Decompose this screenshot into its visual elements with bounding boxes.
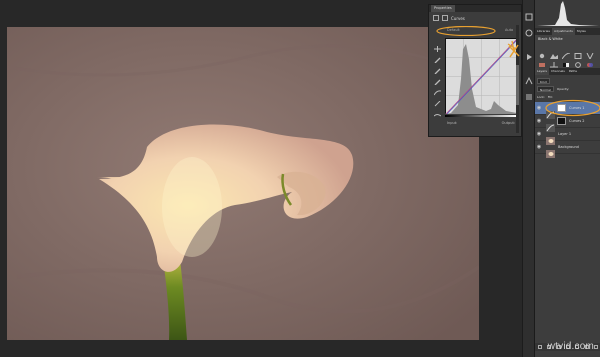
input-label: Input: [447, 121, 458, 125]
black-point-eyedropper-icon[interactable] [434, 48, 441, 64]
watermark: wtvid.com [547, 341, 594, 352]
annotation-x-mark [508, 44, 520, 58]
adjustments-title: Black & White [538, 37, 563, 41]
tab-layers[interactable]: Layers [535, 68, 549, 75]
scroll-thumb[interactable] [516, 65, 519, 105]
curves-graph[interactable] [445, 38, 519, 115]
properties-scrollbar[interactable] [516, 25, 519, 133]
properties-header: Curves [429, 12, 521, 24]
blend-mode-dropdown[interactable]: Normal [537, 86, 554, 92]
tab-paths[interactable]: Paths [567, 68, 579, 75]
properties-header-label: Curves [451, 15, 465, 21]
hue-saturation-icon[interactable] [538, 53, 546, 67]
dock-icon-strip [522, 0, 534, 357]
layer-row-layer-1[interactable]: ◉ Layer 1 [535, 128, 600, 145]
layer-mask-thumb[interactable] [557, 117, 566, 125]
image-layer-thumb [546, 143, 555, 158]
black-white-icon[interactable] [562, 53, 570, 67]
layer-name[interactable]: Layer 1 [558, 132, 571, 136]
channel-mixer-icon[interactable] [586, 53, 594, 67]
adjustments-panel: Black & White [535, 35, 600, 68]
blend-row: Normal Opacity: [537, 86, 599, 92]
tab-channels[interactable]: Channels [549, 68, 567, 75]
opacity-label: Opacity: [556, 87, 570, 91]
adjustments-tabs: Libraries Adjustments Styles [535, 28, 600, 35]
adjustment-icons-grid [538, 44, 596, 68]
curves-tools [433, 37, 442, 117]
white-point-eyedropper-icon[interactable] [434, 70, 441, 86]
curves-layer-thumb [546, 117, 555, 132]
paragraph-icon[interactable] [525, 86, 533, 100]
visibility-eye-icon[interactable]: ◉ [535, 118, 543, 124]
character-icon[interactable] [525, 70, 533, 85]
histogram-panel [535, 0, 600, 28]
levels-icon[interactable] [550, 44, 558, 59]
play-action-icon[interactable] [525, 46, 533, 60]
layer-name[interactable]: Curves 2 [569, 119, 585, 123]
preset-dropdown[interactable]: Default [447, 28, 460, 32]
exposure-icon[interactable] [574, 44, 582, 59]
link-layers-icon[interactable] [537, 345, 542, 349]
tab-adjustments[interactable]: Adjustments [551, 28, 575, 35]
layer-filter-row: Kind [537, 78, 599, 84]
gray-point-eyedropper-icon[interactable] [434, 59, 441, 75]
smooth-icon[interactable] [433, 103, 442, 117]
curve-point-icon[interactable] [433, 81, 442, 96]
kind-filter-dropdown[interactable]: Kind [537, 78, 550, 84]
visibility-eye-icon[interactable]: ◉ [535, 131, 543, 137]
calla-lily-photo[interactable] [7, 27, 479, 340]
history-icon[interactable] [525, 6, 533, 21]
layer-row-background[interactable]: ◉ Background [535, 141, 600, 158]
output-label: Output: [501, 121, 515, 125]
layers-tabs: Layers Channels Paths [535, 68, 600, 75]
vibrance-icon[interactable] [586, 44, 594, 61]
target-adjust-icon[interactable] [434, 37, 441, 52]
photo-filter-icon[interactable] [574, 53, 582, 68]
curves-adjustment-icon [433, 15, 439, 21]
delete-layer-icon[interactable] [594, 345, 599, 349]
visibility-eye-icon[interactable]: ◉ [535, 144, 543, 150]
mask-icon[interactable] [442, 15, 448, 21]
auto-button[interactable]: Auto [505, 28, 513, 32]
properties-panel[interactable]: Properties Curves Default Auto Input: Ou… [428, 4, 522, 137]
pencil-icon[interactable] [434, 92, 441, 107]
tab-libraries[interactable]: Libraries [535, 28, 552, 35]
input-gradient-slider[interactable] [445, 115, 516, 117]
curves-icon[interactable] [561, 44, 571, 60]
tab-styles[interactable]: Styles [575, 28, 588, 35]
input-output-row: Input: Output: [447, 121, 515, 125]
info-icon[interactable] [525, 22, 533, 37]
preset-row: Default Auto [433, 26, 519, 36]
properties-tab[interactable]: Properties [431, 5, 455, 12]
annotation-ellipse [545, 99, 600, 117]
layer-name[interactable]: Background [558, 145, 579, 149]
properties-titlebar[interactable]: Properties [429, 5, 521, 12]
brightness-icon[interactable] [538, 44, 546, 59]
color-balance-icon[interactable] [550, 53, 558, 68]
right-dock: Libraries Adjustments Styles Black & Whi… [534, 0, 600, 357]
image-layer-thumb [546, 130, 555, 145]
